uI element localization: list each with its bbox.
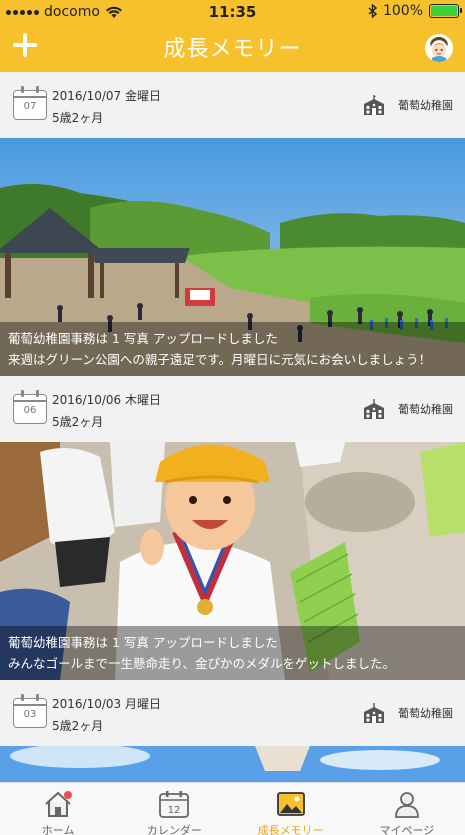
battery-percent: 100% <box>382 3 423 19</box>
post-photo[interactable]: 葡萄幼稚園事務は 1 写真 アップロードしました みんなゴールまで一生懸命走り、… <box>0 442 465 680</box>
caption-message: 来週はグリーン公園への親子遠足です。月曜日に元気にお会いしましょう！ <box>8 352 432 367</box>
sky-photo <box>0 746 465 782</box>
tab-calendar[interactable]: 12 カレンダー <box>116 783 232 835</box>
tab-bar: ホーム 12 カレンダー 成長メモリー マイページ <box>0 782 465 835</box>
caption-uploader: 葡萄幼稚園事務は 1 写真 アップロードしました <box>8 635 278 650</box>
school-building-icon <box>364 703 384 723</box>
memory-post[interactable]: 03 2016/10/03 月曜日 5歳2ヶ月 葡萄幼稚園 <box>0 680 465 782</box>
calendar-icon: 12 <box>159 791 190 818</box>
calendar-icon: 03 <box>13 694 47 728</box>
child-face-icon <box>425 34 453 62</box>
post-date: 2016/10/06 木曜日 <box>52 393 161 407</box>
page-title: 成長メモリー <box>163 37 302 62</box>
child-age: 5歳2ヶ月 <box>52 111 104 125</box>
calendar-tab-day: 12 <box>168 805 181 816</box>
post-date: 2016/10/07 金曜日 <box>52 89 161 103</box>
school-name: 葡萄幼稚園 <box>398 707 453 720</box>
status-bar: docomo 11:35 100% <box>0 0 465 24</box>
school-building-icon <box>364 399 384 419</box>
tab-label: 成長メモリー <box>257 824 324 835</box>
post-caption: 葡萄幼稚園事務は 1 写真 アップロードしました みんなゴールまで一生懸命走り、… <box>0 626 465 680</box>
app-header: docomo 11:35 100% 成長メモリー <box>0 0 465 72</box>
calendar-icon: 07 <box>13 86 47 120</box>
child-age: 5歳2ヶ月 <box>52 719 104 733</box>
tab-label: マイページ <box>379 824 435 835</box>
post-photo[interactable] <box>0 746 465 782</box>
tab-label: ホーム <box>41 824 75 835</box>
school-info: 葡萄幼稚園 <box>362 702 453 724</box>
tab-growth-memory[interactable]: 成長メモリー <box>233 783 349 835</box>
tab-mypage[interactable]: マイページ <box>349 783 465 835</box>
child-age: 5歳2ヶ月 <box>52 415 104 429</box>
caption-message: みんなゴールまで一生懸命走り、金ぴかのメダルをゲットしました。 <box>8 656 396 671</box>
photo-album-icon <box>276 792 305 816</box>
school-info: 葡萄幼稚園 <box>362 398 453 420</box>
memory-post[interactable]: 06 2016/10/06 木曜日 5歳2ヶ月 葡萄幼稚園 葡萄幼稚園事務は 1… <box>0 376 465 680</box>
memory-feed[interactable]: 07 2016/10/07 金曜日 5歳2ヶ月 葡萄幼稚園 葡萄幼稚園事務は 1… <box>0 72 465 782</box>
post-header: 03 2016/10/03 月曜日 5歳2ヶ月 葡萄幼稚園 <box>0 680 465 746</box>
battery-icon <box>429 4 462 18</box>
caption-uploader: 葡萄幼稚園事務は 1 写真 アップロードしました <box>8 331 278 346</box>
tab-label: カレンダー <box>146 824 202 835</box>
school-building-icon <box>364 95 384 115</box>
calendar-day: 03 <box>23 709 37 720</box>
school-name: 葡萄幼稚園 <box>398 403 453 416</box>
post-photo[interactable]: 葡萄幼稚園事務は 1 写真 アップロードしました 来週はグリーン公園への親子遠足… <box>0 138 465 376</box>
post-caption: 葡萄幼稚園事務は 1 写真 アップロードしました 来週はグリーン公園への親子遠足… <box>0 322 465 376</box>
school-info: 葡萄幼稚園 <box>362 94 453 116</box>
calendar-day: 06 <box>23 405 37 416</box>
calendar-icon: 06 <box>13 390 47 424</box>
post-header: 07 2016/10/07 金曜日 5歳2ヶ月 葡萄幼稚園 <box>0 72 465 138</box>
child-avatar[interactable] <box>425 34 453 62</box>
home-icon <box>45 791 73 817</box>
post-header: 06 2016/10/06 木曜日 5歳2ヶ月 葡萄幼稚園 <box>0 376 465 442</box>
bluetooth-icon <box>368 4 377 18</box>
person-icon <box>394 792 419 818</box>
post-date: 2016/10/03 月曜日 <box>52 697 161 711</box>
memory-post[interactable]: 07 2016/10/07 金曜日 5歳2ヶ月 葡萄幼稚園 葡萄幼稚園事務は 1… <box>0 72 465 376</box>
calendar-day: 07 <box>23 101 37 112</box>
school-name: 葡萄幼稚園 <box>398 99 453 112</box>
tab-home[interactable]: ホーム <box>0 783 116 835</box>
